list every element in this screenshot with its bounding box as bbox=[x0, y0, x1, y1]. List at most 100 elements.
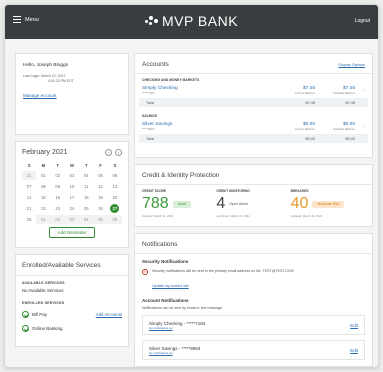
calendar-day[interactable]: 05 bbox=[93, 171, 107, 180]
credit-score-value: 788 bbox=[142, 195, 169, 212]
notifications-title: Notifications bbox=[135, 234, 372, 254]
calendar-day[interactable]: 17 bbox=[65, 193, 79, 202]
current-balance-label: Current Balance bbox=[294, 127, 315, 131]
calendar-day[interactable]: 25 bbox=[79, 204, 93, 213]
calendar-day[interactable]: 24 bbox=[65, 204, 79, 213]
chevron-right-icon[interactable]: › bbox=[115, 149, 122, 156]
available-services-label: AVAILABLE SERVICES bbox=[22, 281, 65, 285]
calendar-day[interactable]: 10 bbox=[65, 182, 79, 191]
edit-notification-link[interactable]: Edit bbox=[350, 348, 358, 353]
calendar-day-today[interactable]: 27 bbox=[110, 204, 120, 213]
service-name: Online Banking bbox=[32, 325, 63, 331]
account-row[interactable]: Simply Checking *****7184 $7.45 Current … bbox=[135, 84, 372, 98]
calendar-day[interactable]: 18 bbox=[79, 193, 93, 202]
chevron-left-icon[interactable]: ‹ bbox=[105, 149, 112, 156]
calendar-day[interactable]: 16 bbox=[51, 193, 65, 202]
calendar-day[interactable]: 06 bbox=[108, 171, 122, 180]
greeting: Hello, Joseph Bloggs bbox=[23, 63, 69, 68]
edit-notification-link[interactable]: Edit bbox=[350, 323, 358, 328]
calendar-day[interactable]: 26 bbox=[93, 204, 107, 213]
notification-status[interactable]: No notifications set bbox=[149, 351, 200, 355]
security-notifications-text: Security notifications will be sent to t… bbox=[152, 269, 294, 273]
credit-monitoring-label: CREDIT MONITORING bbox=[216, 189, 250, 193]
calendar-title: February 2021 bbox=[22, 149, 68, 156]
credit-score-metric[interactable]: CREDIT SCORE 788 Good Updated: March 11,… bbox=[142, 189, 216, 218]
calendar-day[interactable]: 02 bbox=[51, 171, 65, 180]
accounts-card: Accounts Display Options CHECKING AND MO… bbox=[134, 53, 373, 158]
calendar-day[interactable]: 14 bbox=[22, 193, 36, 202]
total-current: $7.45 bbox=[305, 100, 315, 105]
calendar-day[interactable]: 31 bbox=[22, 171, 37, 180]
calendar-day[interactable]: 12 bbox=[93, 182, 107, 191]
logout-link[interactable]: Logout bbox=[355, 18, 370, 24]
update-contact-link[interactable]: Update my contact info bbox=[152, 284, 189, 288]
weekday-label: S bbox=[113, 163, 117, 168]
service-name: Bill Pay bbox=[32, 311, 48, 317]
notifications-card: Notifications Security Notifications ! S… bbox=[134, 233, 373, 367]
calendar-day[interactable]: 22 bbox=[36, 204, 50, 213]
security-notifications-title: Security Notifications bbox=[142, 259, 189, 264]
calendar-day[interactable]: 06 bbox=[107, 215, 122, 224]
calendar-day[interactable]: 05 bbox=[93, 215, 108, 224]
calendar-day[interactable]: 04 bbox=[79, 171, 93, 180]
credit-monitoring-metric[interactable]: CREDIT MONITORING 4 Open Alerts Last Sca… bbox=[216, 189, 290, 218]
manage-account-link[interactable]: Manage Account bbox=[23, 93, 57, 98]
weekday-label: F bbox=[99, 163, 102, 168]
last-login-time: 4:41:32 PM EST bbox=[48, 79, 74, 83]
calendar-day[interactable]: 15 bbox=[36, 193, 50, 202]
chevron-right-icon[interactable]: › bbox=[355, 88, 365, 94]
left-column: Hello, Joseph Bloggs Last Login: March 2… bbox=[15, 53, 129, 347]
app-window: Menu MVP BANK Logout Hello, Joseph Blogg… bbox=[4, 4, 379, 368]
available-balance-label: Available Balance bbox=[332, 91, 355, 95]
last-login: Last Login: March 22, 2017 4:41:32 PM ES… bbox=[23, 74, 121, 84]
calendar-day[interactable]: 03 bbox=[65, 171, 79, 180]
total-label: Total bbox=[146, 136, 155, 141]
calendar-day[interactable]: 11 bbox=[79, 182, 93, 191]
notification-account: Simply Checking - *****7184 bbox=[149, 320, 206, 326]
calendar-day[interactable]: 04 bbox=[79, 215, 94, 224]
account-notifications-desc: Notifications can be sent by email or te… bbox=[142, 306, 224, 310]
total-label: Total bbox=[146, 100, 155, 105]
calendar-day[interactable]: 01 bbox=[36, 215, 51, 224]
display-options-link[interactable]: Display Options bbox=[338, 63, 365, 67]
brand-name: MVP BANK bbox=[161, 13, 239, 29]
calendar-day[interactable]: 28 bbox=[22, 215, 36, 224]
calendar-day[interactable]: 09 bbox=[51, 182, 65, 191]
calendar-day[interactable]: 20 bbox=[108, 193, 122, 202]
calendar-day[interactable]: 23 bbox=[51, 204, 65, 213]
calendar-day[interactable]: 21 bbox=[22, 204, 36, 213]
account-number: *****7184 bbox=[142, 91, 155, 95]
account-group-label: SAVINGS bbox=[142, 114, 158, 118]
calendar-day[interactable]: 13 bbox=[108, 182, 122, 191]
breaches-date: Updated: March 22, 2021 bbox=[290, 214, 323, 218]
check-circle-icon bbox=[22, 324, 29, 332]
weekday-label: T bbox=[56, 163, 59, 168]
total-row: Total $7.45 $7.45 bbox=[139, 98, 368, 107]
alert-circle-icon: ! bbox=[142, 269, 148, 275]
credit-score-label: CREDIT SCORE bbox=[142, 189, 167, 193]
breaches-value: 40 bbox=[290, 195, 309, 212]
chevron-right-icon[interactable]: › bbox=[355, 124, 365, 130]
check-circle-icon bbox=[22, 310, 29, 318]
calendar-day[interactable]: 07 bbox=[22, 182, 36, 191]
notification-item: Silver Savings - *****9063 No notificati… bbox=[142, 340, 365, 360]
services-card: Enrolled/Available Services AVAILABLE SE… bbox=[15, 254, 129, 347]
account-row[interactable]: Silver Savings *****9063 $0.00 Current B… bbox=[135, 120, 372, 134]
status-badge: Good bbox=[172, 200, 191, 208]
breaches-metric[interactable]: BREACHES 40 Moderate Risk Updated: March… bbox=[291, 189, 365, 218]
account-group-label: CHECKING AND MONEY MARKETS bbox=[142, 78, 200, 82]
weekday-label: W bbox=[70, 163, 74, 168]
calendar-day[interactable]: 02 bbox=[50, 215, 65, 224]
last-scan-date: Last Scan: March 22, 2021 bbox=[216, 214, 250, 218]
total-row: Total $0.00 $0.00 bbox=[139, 134, 368, 143]
add-accounts-link[interactable]: Add Accounts bbox=[96, 312, 122, 317]
notification-item: Simply Checking - *****7184 No notificat… bbox=[142, 315, 365, 335]
calendar-day[interactable]: 03 bbox=[64, 215, 80, 224]
calendar-day[interactable]: 19 bbox=[93, 193, 107, 202]
notification-status[interactable]: No notifications set bbox=[149, 326, 205, 330]
calendar-day[interactable]: 01 bbox=[36, 171, 50, 180]
add-reminder-button[interactable]: Add Reminder bbox=[49, 227, 95, 238]
total-available: $7.45 bbox=[345, 100, 355, 105]
brand-mark-icon bbox=[144, 16, 158, 26]
calendar-day[interactable]: 08 bbox=[36, 182, 50, 191]
